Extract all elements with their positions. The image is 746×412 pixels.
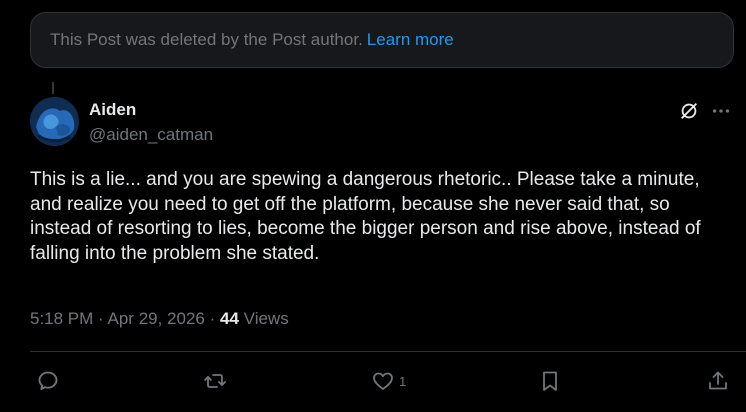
post-date[interactable]: Apr 29, 2026 bbox=[108, 309, 205, 328]
views-count: 44 bbox=[220, 309, 239, 328]
deleted-post-notice: This Post was deleted by the Post author… bbox=[30, 12, 734, 68]
retweet-icon bbox=[203, 369, 227, 393]
bookmark-icon bbox=[538, 369, 562, 393]
learn-more-link[interactable]: Learn more bbox=[367, 30, 454, 50]
thread-connector-line bbox=[52, 82, 54, 94]
meta-separator: · bbox=[209, 309, 216, 328]
share-icon bbox=[706, 369, 730, 393]
retweet-button[interactable] bbox=[203, 369, 227, 393]
author-handle[interactable]: @aiden_catman bbox=[89, 125, 213, 145]
views-label: Views bbox=[243, 309, 289, 328]
meta-separator: · bbox=[98, 309, 104, 328]
post-text: This is a lie... and you are spewing a d… bbox=[30, 169, 701, 264]
deleted-post-text: This Post was deleted by the Post author… bbox=[50, 30, 363, 49]
like-icon bbox=[371, 369, 395, 393]
author-name[interactable]: Aiden bbox=[89, 100, 136, 120]
post-meta: 5:18 PM · Apr 29, 2026 · 44 Views bbox=[30, 309, 289, 329]
bookmark-button[interactable] bbox=[538, 369, 562, 393]
post-time[interactable]: 5:18 PM bbox=[30, 309, 93, 328]
share-button[interactable] bbox=[706, 369, 730, 393]
more-icon[interactable] bbox=[710, 100, 732, 122]
divider bbox=[30, 351, 746, 352]
post-top-actions bbox=[678, 100, 732, 122]
grok-icon[interactable] bbox=[678, 100, 700, 122]
avatar[interactable] bbox=[30, 97, 79, 146]
like-button[interactable]: 1 bbox=[371, 369, 406, 393]
action-bar: 1 bbox=[0, 369, 746, 395]
like-count: 1 bbox=[399, 373, 407, 389]
reply-button[interactable] bbox=[36, 369, 60, 393]
reply-icon bbox=[36, 369, 60, 393]
